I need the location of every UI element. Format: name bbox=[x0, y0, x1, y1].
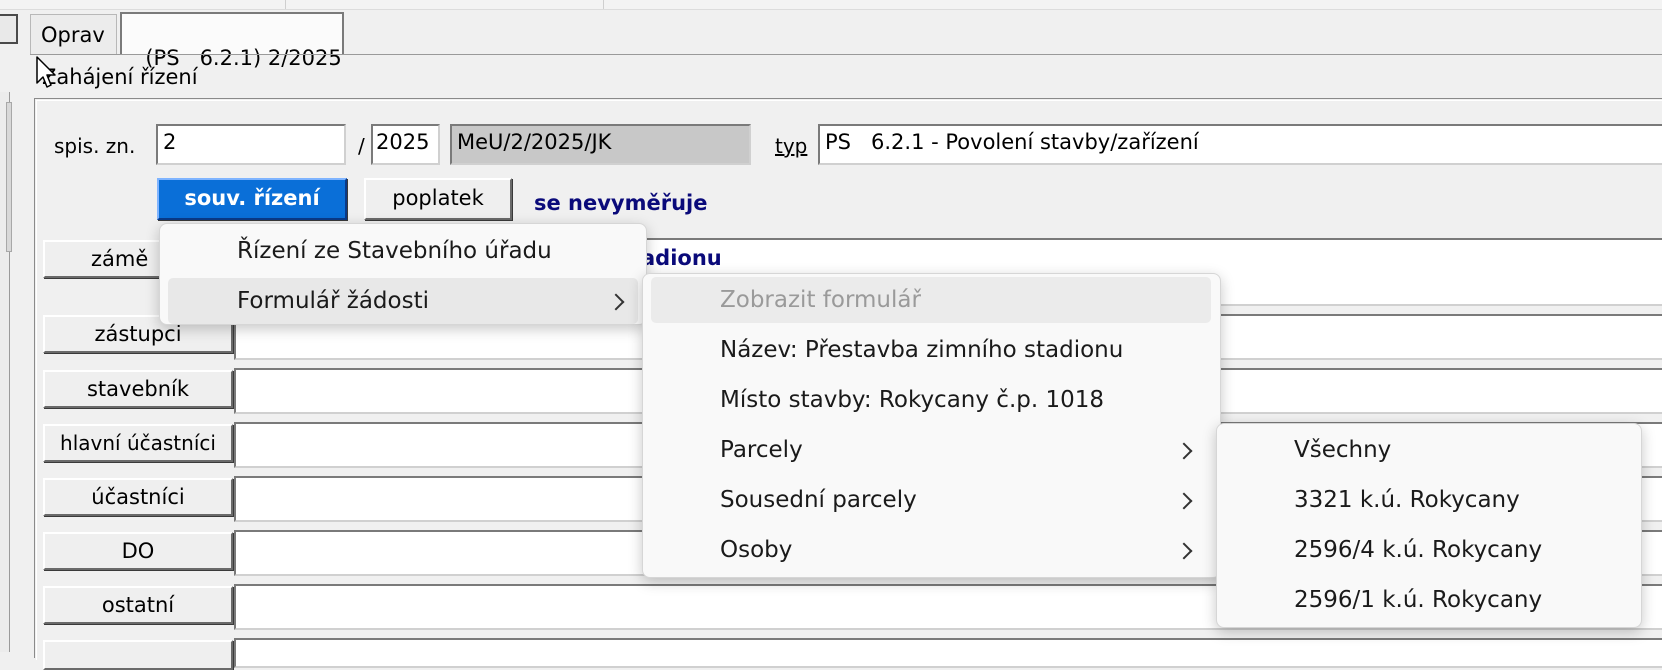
toolbar-separator bbox=[285, 0, 286, 9]
chevron-right-icon bbox=[1175, 492, 1193, 510]
menu-item-label: 2596/4 k.ú. Rokycany bbox=[1294, 537, 1543, 563]
row-label: DO bbox=[121, 539, 155, 563]
row-label: stavebník bbox=[86, 377, 190, 401]
menu-item-label: Zobrazit formulář bbox=[720, 287, 921, 313]
menu-item-label: Všechny bbox=[1294, 437, 1392, 463]
menu-item-label: Formulář žádosti bbox=[237, 288, 429, 314]
spis-separator: / bbox=[358, 134, 365, 158]
menu-item-label: 3321 k.ú. Rokycany bbox=[1294, 487, 1520, 513]
next-row-field[interactable] bbox=[234, 638, 1662, 668]
menu-item-label: Řízení ze Stavebního úřadu bbox=[237, 238, 552, 264]
menu-item-parcely[interactable]: Parcely bbox=[643, 427, 1220, 473]
chevron-right-icon bbox=[1175, 442, 1193, 460]
chevron-right-icon bbox=[607, 293, 625, 311]
ostatni-button[interactable]: ostatní bbox=[43, 586, 233, 624]
menu-item-label: 2596/1 k.ú. Rokycany bbox=[1294, 587, 1543, 613]
menu-item-label: Název: Přestavba zimního stadionu bbox=[720, 337, 1124, 363]
menu-item-sousedni-parcely[interactable]: Sousední parcely bbox=[643, 477, 1220, 523]
tab-ps-6-2-1[interactable]: (PS 6.2.1) 2/2025 bbox=[120, 12, 344, 70]
spis-year-input[interactable]: 2025 bbox=[371, 124, 440, 165]
hlavni-ucastnici-button[interactable]: hlavní účastníci bbox=[43, 424, 233, 462]
zamer-label: zámě bbox=[91, 247, 149, 271]
menu-item-formular-zadosti[interactable]: Formulář žádosti bbox=[168, 278, 638, 324]
top-toolbar-strip bbox=[0, 0, 1662, 10]
spis-label: spis. zn. bbox=[54, 134, 136, 158]
tab-oprav[interactable]: Oprav bbox=[30, 14, 117, 54]
row-label: hlavní účastníci bbox=[60, 431, 216, 455]
row-label: zástupci bbox=[94, 322, 182, 346]
left-scrollbar-thumb[interactable] bbox=[6, 102, 12, 252]
menu-item-label: Osoby bbox=[720, 537, 793, 563]
next-row-button[interactable] bbox=[43, 640, 233, 670]
mouse-cursor-icon bbox=[36, 56, 56, 88]
menu-item-misto-stavby[interactable]: Místo stavby: Rokycany č.p. 1018 bbox=[643, 377, 1220, 423]
section-title: Zahájení řízení bbox=[42, 65, 198, 89]
souv-rizeni-button[interactable]: souv. řízení bbox=[157, 178, 347, 220]
do-button[interactable]: DO bbox=[43, 532, 233, 570]
chevron-right-icon bbox=[1175, 542, 1193, 560]
typ-label: typ bbox=[775, 134, 808, 158]
menu-item-label: Parcely bbox=[720, 437, 803, 463]
menu-item-parcela[interactable]: 2596/4 k.ú. Rokycany bbox=[1217, 527, 1641, 573]
menu-item-rizeni-ze-su[interactable]: Řízení ze Stavebního úřadu bbox=[160, 228, 646, 274]
menu-item-osoby[interactable]: Osoby bbox=[643, 527, 1220, 573]
tab-baseline bbox=[30, 54, 1662, 55]
context-menu: Řízení ze Stavebního úřadu Formulář žádo… bbox=[159, 223, 647, 325]
menu-item-vsechny[interactable]: Všechny bbox=[1217, 427, 1641, 473]
row-label: účastníci bbox=[91, 485, 185, 509]
typ-field[interactable]: PS 6.2.1 - Povolení stavby/zařízení bbox=[818, 124, 1662, 165]
poplatek-note: se nevyměřuje bbox=[534, 191, 708, 215]
menu-item-label: Sousední parcely bbox=[720, 487, 917, 513]
formular-submenu: Zobrazit formulář Název: Přestavba zimní… bbox=[642, 273, 1221, 578]
menu-item-nazev[interactable]: Název: Přestavba zimního stadionu bbox=[643, 327, 1220, 373]
stavebnik-button[interactable]: stavebník bbox=[43, 370, 233, 408]
side-panel-toggle[interactable] bbox=[0, 14, 18, 44]
tab-label: Oprav bbox=[41, 23, 105, 47]
poplatek-button[interactable]: poplatek bbox=[364, 178, 512, 220]
toolbar-separator bbox=[603, 0, 604, 9]
menu-item-parcela[interactable]: 3321 k.ú. Rokycany bbox=[1217, 477, 1641, 523]
menu-item-zobrazit-formular: Zobrazit formulář bbox=[651, 277, 1211, 323]
parcely-submenu: Všechny 3321 k.ú. Rokycany 2596/4 k.ú. R… bbox=[1216, 423, 1642, 628]
menu-item-label: Místo stavby: Rokycany č.p. 1018 bbox=[720, 387, 1105, 413]
spis-number-input[interactable]: 2 bbox=[156, 124, 346, 165]
menu-item-parcela[interactable]: 2596/1 k.ú. Rokycany bbox=[1217, 577, 1641, 623]
ucastnici-button[interactable]: účastníci bbox=[43, 478, 233, 516]
row-label: ostatní bbox=[101, 593, 175, 617]
zamer-value: adionu bbox=[641, 246, 722, 270]
spis-reference-field: MeU/2/2025/JK bbox=[450, 124, 751, 165]
